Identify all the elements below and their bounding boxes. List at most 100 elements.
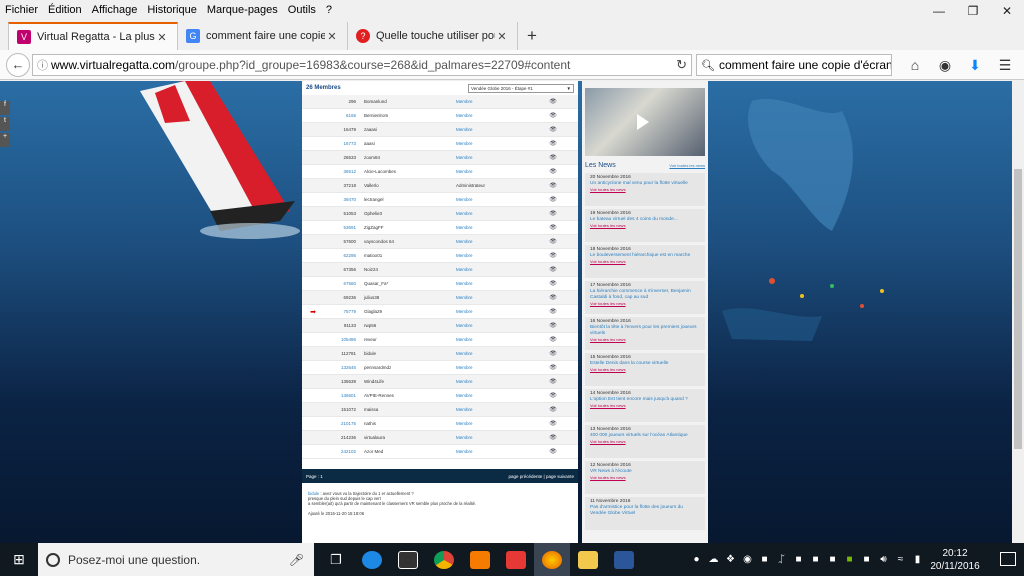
member-nickname[interactable]: Bomanlund: [364, 99, 456, 104]
nvidia-icon[interactable]: ■: [841, 554, 858, 565]
news-item[interactable]: 12 Novembre 2016 VR News à l'écoute Voir t…: [585, 461, 705, 494]
news-item[interactable]: 16 Novembre 2016 Bientôt la tête à l'enve…: [585, 317, 705, 350]
member-rank[interactable]: 132646: [324, 365, 364, 370]
video-thumbnail[interactable]: [585, 88, 705, 156]
menu-edit[interactable]: Édition: [43, 4, 87, 16]
member-nickname[interactable]: zaaasi: [364, 127, 456, 132]
eye-icon[interactable]: 👁︎: [546, 406, 560, 413]
member-nickname[interactable]: maissa: [364, 407, 456, 412]
news-headline[interactable]: Bientôt la tête à l'envers pour les prem…: [590, 325, 700, 337]
eye-icon[interactable]: 👁︎: [546, 224, 560, 231]
eye-icon[interactable]: 👁︎: [546, 434, 560, 441]
back-arrow-icon[interactable]: ←: [6, 52, 30, 77]
member-rank[interactable]: 242102: [324, 449, 364, 454]
news-link[interactable]: Voir toutes les news: [590, 337, 700, 343]
eye-icon[interactable]: 👁︎: [546, 280, 560, 287]
eye-icon[interactable]: 👁︎: [546, 140, 560, 147]
eye-icon[interactable]: 👁︎: [546, 266, 560, 273]
member-rank[interactable]: 75779: [324, 309, 364, 314]
app-icon[interactable]: [498, 543, 534, 576]
notifications-icon[interactable]: [1000, 552, 1016, 566]
eye-icon[interactable]: 👁︎: [546, 126, 560, 133]
news-link[interactable]: Voir toutes les news: [590, 259, 700, 265]
edge-icon[interactable]: [354, 543, 390, 576]
menu-tools[interactable]: Outils: [283, 4, 321, 16]
wifi-icon[interactable]: ≈: [892, 554, 909, 565]
tray-app-icon[interactable]: ■: [807, 554, 824, 565]
tray-app-icon[interactable]: ■: [824, 554, 841, 565]
member-rank[interactable]: 210175: [324, 421, 364, 426]
search-input[interactable]: 🔍︎ comment faire une copie d'écran: [696, 54, 892, 76]
news-item[interactable]: 11 Novembre 2016 Pas d'armistice pour la …: [585, 497, 705, 530]
news-link[interactable]: Voir toutes les news: [590, 301, 700, 307]
windows-start-icon[interactable]: ⊞: [0, 543, 38, 576]
member-nickname[interactable]: Wind4Life: [364, 379, 456, 384]
news-link[interactable]: Voir toutes les news: [590, 439, 700, 445]
pocket-icon[interactable]: ◉: [930, 54, 960, 76]
battery-icon[interactable]: ▮: [909, 554, 926, 565]
news-item[interactable]: 17 Novembre 2016 La hiérarchie commence à…: [585, 281, 705, 314]
member-nickname[interactable]: zoom84: [364, 155, 456, 160]
firefox-icon[interactable]: [534, 543, 570, 576]
file-explorer-icon[interactable]: [570, 543, 606, 576]
clock[interactable]: 20:12 20/11/2016: [926, 547, 984, 573]
eye-icon[interactable]: 👁︎: [546, 392, 560, 399]
member-nickname[interactable]: pennsardmdz: [364, 365, 456, 370]
tray-app-icon[interactable]: ●: [688, 554, 705, 565]
info-icon[interactable]: ⓘ: [37, 57, 51, 73]
news-link[interactable]: Voir toutes les news: [590, 403, 700, 409]
eye-icon[interactable]: 👁︎: [546, 182, 560, 189]
news-link[interactable]: Voir toutes les news: [590, 475, 700, 481]
member-rank[interactable]: 67560: [324, 281, 364, 286]
close-window-icon[interactable]: ✕: [990, 0, 1024, 22]
eye-icon[interactable]: 👁︎: [546, 238, 560, 245]
member-rank[interactable]: 62295: [324, 253, 364, 258]
restore-icon[interactable]: ❐: [956, 0, 990, 22]
eye-icon[interactable]: 👁︎: [546, 294, 560, 301]
member-rank[interactable]: 53691: [324, 225, 364, 230]
news-link[interactable]: Voir toutes les news: [590, 367, 700, 373]
url-bar[interactable]: ⓘ www.virtualregatta.com/groupe.php?id_g…: [32, 54, 692, 76]
play-icon[interactable]: [637, 114, 649, 130]
member-nickname[interactable]: julius38: [364, 295, 456, 300]
member-nickname[interactable]: nathis: [364, 421, 456, 426]
member-nickname[interactable]: reveur: [364, 337, 456, 342]
task-view-icon[interactable]: ❐: [318, 543, 354, 576]
home-icon[interactable]: ⌂: [900, 54, 930, 76]
tray-app-icon[interactable]: ■: [790, 554, 807, 565]
downloads-icon[interactable]: ⬇: [960, 54, 990, 76]
eye-icon[interactable]: 👁︎: [546, 364, 560, 371]
cortana-search[interactable]: Posez-moi une question. 🎤︎: [38, 543, 314, 576]
dropbox-icon[interactable]: ❖: [722, 554, 739, 565]
news-link[interactable]: Voir toutes les news: [590, 223, 700, 229]
news-item[interactable]: 13 Novembre 2016 400 000 joueurs virtuels…: [585, 425, 705, 458]
reload-icon[interactable]: ↻: [676, 57, 687, 73]
news-item[interactable]: 20 Novembre 2016 Un anticyclone mal venu …: [585, 173, 705, 206]
tray-app-icon[interactable]: ■: [756, 554, 773, 565]
news-item[interactable]: 15 Novembre 2016 Estelle Denis dans la co…: [585, 353, 705, 386]
member-nickname[interactable]: Alcie-Lacombes: [364, 169, 456, 174]
member-nickname[interactable]: lectrangel: [364, 197, 456, 202]
member-nickname[interactable]: Vallerlo: [364, 183, 456, 188]
tray-app-icon[interactable]: ◉: [739, 554, 756, 565]
news-item[interactable]: 18 Novembre 2016 Le bouleversement hiérar…: [585, 245, 705, 278]
member-rank[interactable]: 16773: [324, 141, 364, 146]
member-rank[interactable]: 36512: [324, 169, 364, 174]
news-item[interactable]: 14 Novembre 2016 L'option Est tient encor…: [585, 389, 705, 422]
bluetooth-icon[interactable]: ᛢ: [773, 554, 790, 565]
eye-icon[interactable]: 👁︎: [546, 378, 560, 385]
chrome-icon[interactable]: [426, 543, 462, 576]
eye-icon[interactable]: 👁︎: [546, 168, 560, 175]
menu-history[interactable]: Historique: [142, 4, 202, 16]
eye-icon[interactable]: 👁︎: [546, 154, 560, 161]
tray-app-icon[interactable]: ■: [858, 554, 875, 565]
member-nickname[interactable]: Bernienlrom: [364, 113, 456, 118]
eye-icon[interactable]: 👁︎: [546, 420, 560, 427]
share-icon[interactable]: +: [0, 133, 10, 147]
close-tab-icon[interactable]: ✕: [325, 30, 339, 43]
cloud-icon[interactable]: ☁: [705, 554, 722, 565]
twitter-icon[interactable]: t: [0, 117, 10, 131]
news-headline[interactable]: La hiérarchie commence à s'inverser, Ben…: [590, 289, 700, 301]
word-icon[interactable]: [606, 543, 642, 576]
eye-icon[interactable]: 👁︎: [546, 98, 560, 105]
